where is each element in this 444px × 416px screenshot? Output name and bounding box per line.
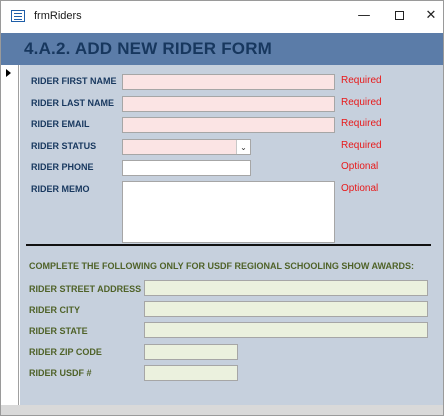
- memo-field[interactable]: [122, 181, 335, 243]
- close-button[interactable]: ✕: [416, 5, 444, 27]
- street-field[interactable]: [144, 280, 428, 296]
- window-title: frmRiders: [34, 10, 82, 22]
- phone-optional: Optional: [341, 161, 379, 172]
- state-label: RIDER STATE: [29, 326, 88, 336]
- page-title: 4.A.2. ADD NEW RIDER FORM: [24, 39, 273, 58]
- last-name-required: Required: [341, 97, 382, 108]
- status-label: RIDER STATUS: [31, 141, 97, 151]
- chevron-down-icon[interactable]: ⌄: [236, 140, 250, 154]
- memo-label: RIDER MEMO: [31, 184, 90, 194]
- close-icon: ✕: [425, 8, 437, 23]
- status-strip: [1, 405, 443, 415]
- zip-label: RIDER ZIP CODE: [29, 347, 102, 357]
- state-field[interactable]: [144, 322, 428, 338]
- status-combo[interactable]: ⌄: [122, 139, 251, 155]
- last-name-label: RIDER LAST NAME: [31, 98, 114, 108]
- minimize-button[interactable]: —: [349, 5, 379, 27]
- city-label: RIDER CITY: [29, 305, 81, 315]
- usdf-number-field[interactable]: [144, 365, 238, 381]
- zip-field[interactable]: [144, 344, 238, 360]
- email-required: Required: [341, 118, 382, 129]
- email-field[interactable]: [122, 117, 335, 133]
- record-selector[interactable]: [1, 65, 19, 405]
- usdf-instruction: COMPLETE THE FOLLOWING ONLY FOR USDF REG…: [29, 261, 415, 271]
- title-bar: frmRiders — ✕: [1, 1, 443, 33]
- phone-label: RIDER PHONE: [31, 162, 94, 172]
- first-name-required: Required: [341, 75, 382, 86]
- phone-field[interactable]: [122, 160, 251, 176]
- city-field[interactable]: [144, 301, 428, 317]
- current-record-arrow-icon: [6, 69, 11, 77]
- form-window: frmRiders — ✕ 4.A.2. ADD NEW RIDER FORM …: [0, 0, 444, 416]
- maximize-icon: [394, 11, 404, 20]
- usdf-number-label: RIDER USDF #: [29, 368, 92, 378]
- first-name-label: RIDER FIRST NAME: [31, 76, 117, 86]
- form-header: 4.A.2. ADD NEW RIDER FORM: [1, 33, 443, 65]
- section-divider: [26, 244, 431, 246]
- minimize-icon: —: [357, 8, 371, 23]
- memo-optional: Optional: [341, 183, 379, 194]
- form-icon: [11, 10, 25, 22]
- form-body: RIDER FIRST NAME Required RIDER LAST NAM…: [20, 65, 443, 405]
- email-label: RIDER EMAIL: [31, 119, 90, 129]
- last-name-field[interactable]: [122, 96, 335, 112]
- street-label: RIDER STREET ADDRESS: [29, 284, 142, 294]
- status-required: Required: [341, 140, 382, 151]
- maximize-button[interactable]: [384, 5, 414, 27]
- first-name-field[interactable]: [122, 74, 335, 90]
